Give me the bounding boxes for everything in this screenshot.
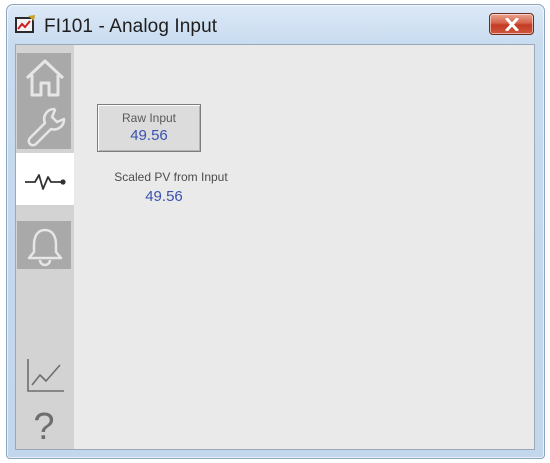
tab-engineering[interactable]: [16, 153, 74, 205]
tab-help[interactable]: ?: [17, 399, 71, 447]
close-button[interactable]: [489, 13, 534, 35]
wrench-icon: [27, 107, 66, 147]
faceplate-window: FI101 - Analog Input ? Raw Input 49.56 S…: [6, 4, 545, 459]
scaled-pv-label: Scaled PV from Input: [114, 170, 228, 184]
raw-input-label: Raw Input: [121, 111, 177, 125]
faceplate-body: ? Raw Input 49.56 Scaled PV from Input 4…: [15, 44, 535, 450]
app-icon: [15, 15, 35, 33]
title-bar[interactable]: FI101 - Analog Input: [7, 5, 544, 45]
tab-home[interactable]: [17, 53, 71, 101]
tab-alarms[interactable]: [17, 221, 71, 269]
signal-icon: [25, 174, 66, 190]
home-icon: [25, 59, 65, 97]
close-icon: [505, 18, 519, 31]
bell-icon: [27, 228, 63, 267]
engineering-panel: Raw Input 49.56 Scaled PV from Input 49.…: [74, 45, 534, 449]
tab-maintenance[interactable]: [17, 101, 71, 149]
tab-trends[interactable]: [17, 347, 71, 395]
raw-input-value: 49.56: [130, 127, 168, 144]
window-title: FI101 - Analog Input: [44, 16, 218, 37]
scaled-pv-value: 49.56: [145, 188, 183, 205]
trend-chart-icon: [27, 359, 64, 392]
raw-input-display: Raw Input 49.56: [97, 104, 201, 152]
question-icon: ?: [33, 406, 54, 447]
sidebar: ?: [16, 45, 74, 449]
svg-text:?: ?: [33, 406, 54, 447]
